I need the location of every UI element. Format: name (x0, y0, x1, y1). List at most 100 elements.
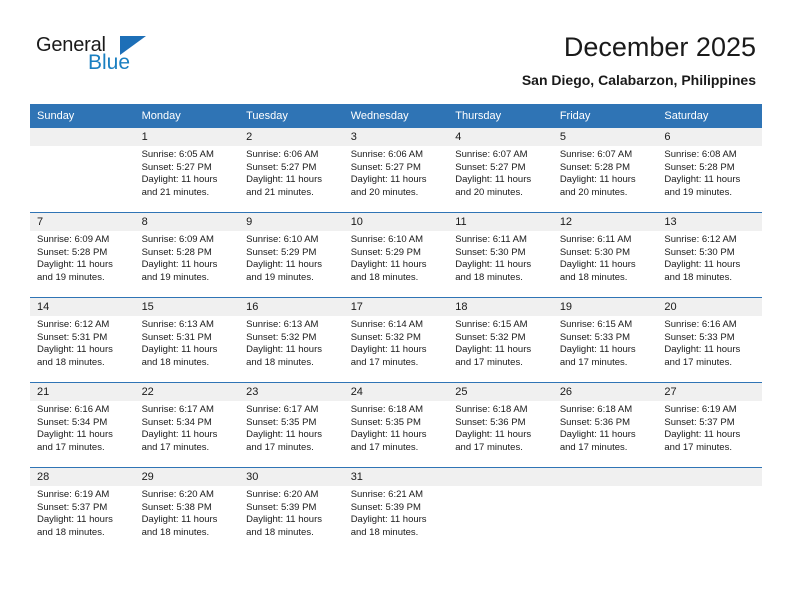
sunrise-text: Sunrise: 6:15 AM (559, 319, 633, 330)
sunset-text: Sunset: 5:39 PM (350, 501, 421, 513)
general-blue-logo[interactable]: General Blue (36, 34, 156, 82)
title-block: December 2025 San Diego, Calabarzon, Phi… (522, 30, 756, 90)
day-sun-info: Sunrise: 6:08 AM Sunset: 5:28 PM Daylight:… (657, 146, 762, 199)
day-cell-1[interactable]: 1 Sunrise: 6:05 AM Sunset: 5:27 PM Daylight… (134, 128, 240, 212)
sunset-text: Sunset: 5:35 PM (350, 416, 421, 428)
day-sun-info: Sunrise: 6:13 AM Sunset: 5:31 PM Daylight:… (135, 316, 240, 369)
day-sun-info: Sunrise: 6:17 AM Sunset: 5:35 PM Daylight:… (239, 401, 344, 454)
day-cell-22[interactable]: 22 Sunrise: 6:17 AM Sunset: 5:34 PM Dayligh… (134, 383, 240, 467)
day-sun-info: Sunrise: 6:05 AM Sunset: 5:27 PM Daylight:… (135, 146, 240, 199)
day-cell-5[interactable]: 5 Sunrise: 6:07 AM Sunset: 5:28 PM Daylight… (552, 128, 658, 212)
sunset-text: Sunset: 5:28 PM (141, 246, 212, 258)
daylight-text-line2: and 17 minutes. (141, 441, 210, 453)
day-sun-info: Sunrise: 6:20 AM Sunset: 5:38 PM Daylight:… (135, 486, 240, 539)
sunset-text: Sunset: 5:28 PM (37, 246, 108, 258)
day-cell-17[interactable]: 17 Sunrise: 6:14 AM Sunset: 5:32 PM Dayligh… (343, 298, 449, 382)
day-cell-8[interactable]: 8 Sunrise: 6:09 AM Sunset: 5:28 PM Daylight… (134, 213, 240, 297)
page-header: General Blue December 2025 San Diego, Ca… (0, 0, 792, 100)
sunrise-text: Sunrise: 6:05 AM (141, 149, 214, 160)
sunrise-text: Sunrise: 6:18 AM (559, 404, 633, 415)
daylight-text-line2: and 20 minutes. (455, 186, 523, 198)
calendar-cell: 12 Sunrise: 6:11 AM Sunset: 5:30 PM Dayligh… (552, 212, 658, 298)
sunrise-text: Sunrise: 6:17 AM (246, 404, 319, 415)
day-cell-31[interactable]: 31 Sunrise: 6:21 AM Sunset: 5:39 PM Dayligh… (343, 468, 449, 552)
day-cell-27[interactable]: 27 Sunrise: 6:19 AM Sunset: 5:37 PM Dayligh… (657, 383, 762, 467)
day-cell-25[interactable]: 25 Sunrise: 6:18 AM Sunset: 5:36 PM Dayligh… (448, 383, 553, 467)
sunrise-text: Sunrise: 6:16 AM (664, 319, 737, 330)
day-cell-14[interactable]: 14 Sunrise: 6:12 AM Sunset: 5:31 PM Dayligh… (30, 298, 135, 382)
sunset-text: Sunset: 5:30 PM (559, 246, 631, 258)
day-sun-info: Sunrise: 6:18 AM Sunset: 5:35 PM Daylight:… (344, 401, 449, 454)
sunset-text: Sunset: 5:35 PM (246, 416, 317, 428)
day-number: 29 (134, 468, 240, 486)
day-cell-20[interactable]: 20 Sunrise: 6:16 AM Sunset: 5:33 PM Dayligh… (657, 298, 762, 382)
day-sun-info: Sunrise: 6:10 AM Sunset: 5:29 PM Daylight:… (344, 231, 449, 284)
day-cell-12[interactable]: 12 Sunrise: 6:11 AM Sunset: 5:30 PM Dayligh… (552, 213, 658, 297)
day-number: 23 (239, 383, 344, 401)
calendar-cell: 30 Sunrise: 6:20 AM Sunset: 5:39 PM Dayligh… (239, 467, 344, 552)
day-cell-11[interactable]: 11 Sunrise: 6:11 AM Sunset: 5:30 PM Dayligh… (448, 213, 553, 297)
calendar-cell: 28 Sunrise: 6:19 AM Sunset: 5:37 PM Dayligh… (30, 467, 135, 552)
day-cell-23[interactable]: 23 Sunrise: 6:17 AM Sunset: 5:35 PM Dayligh… (239, 383, 344, 467)
calendar-cell: 18 Sunrise: 6:15 AM Sunset: 5:32 PM Dayligh… (448, 297, 553, 383)
calendar-cell: 19 Sunrise: 6:15 AM Sunset: 5:33 PM Dayligh… (552, 297, 658, 383)
day-cell-21[interactable]: 21 Sunrise: 6:16 AM Sunset: 5:34 PM Dayligh… (30, 383, 135, 467)
day-cell-19[interactable]: 19 Sunrise: 6:15 AM Sunset: 5:33 PM Dayligh… (552, 298, 658, 382)
day-cell-26[interactable]: 26 Sunrise: 6:18 AM Sunset: 5:36 PM Dayligh… (552, 383, 658, 467)
calendar-cell: 4 Sunrise: 6:07 AM Sunset: 5:27 PM Daylight… (448, 128, 553, 213)
day-cell-4[interactable]: 4 Sunrise: 6:07 AM Sunset: 5:27 PM Daylight… (448, 128, 553, 212)
day-cell-10[interactable]: 10 Sunrise: 6:10 AM Sunset: 5:29 PM Dayligh… (343, 213, 449, 297)
sunrise-text: Sunrise: 6:09 AM (141, 234, 214, 245)
day-sun-info: Sunrise: 6:20 AM Sunset: 5:39 PM Daylight:… (239, 486, 344, 539)
day-cell-18[interactable]: 18 Sunrise: 6:15 AM Sunset: 5:32 PM Dayligh… (448, 298, 553, 382)
day-cell-9[interactable]: 9 Sunrise: 6:10 AM Sunset: 5:29 PM Daylight… (239, 213, 344, 297)
daylight-text-line1: Daylight: 11 hours (559, 429, 636, 441)
sunrise-text: Sunrise: 6:12 AM (664, 234, 737, 245)
daylight-text-line2: and 17 minutes. (664, 356, 732, 368)
day-cell-7[interactable]: 7 Sunrise: 6:09 AM Sunset: 5:28 PM Daylight… (30, 213, 135, 297)
sunset-text: Sunset: 5:33 PM (664, 331, 735, 343)
day-sun-info: Sunrise: 6:16 AM Sunset: 5:34 PM Daylight:… (30, 401, 135, 454)
day-cell-30[interactable]: 30 Sunrise: 6:20 AM Sunset: 5:39 PM Dayligh… (239, 468, 344, 552)
daylight-text-line2: and 18 minutes. (246, 356, 314, 368)
daylight-text-line1: Daylight: 11 hours (559, 344, 636, 356)
day-sun-info: Sunrise: 6:13 AM Sunset: 5:32 PM Daylight:… (239, 316, 344, 369)
daylight-text-line1: Daylight: 11 hours (141, 429, 218, 441)
day-sun-info: Sunrise: 6:17 AM Sunset: 5:34 PM Daylight:… (135, 401, 240, 454)
day-sun-info: Sunrise: 6:14 AM Sunset: 5:32 PM Daylight:… (344, 316, 449, 369)
daylight-text-line1: Daylight: 11 hours (246, 259, 322, 271)
daylight-text-line1: Daylight: 11 hours (559, 174, 636, 186)
sunrise-text: Sunrise: 6:07 AM (559, 149, 633, 160)
calendar-cell: 7 Sunrise: 6:09 AM Sunset: 5:28 PM Daylight… (30, 212, 135, 298)
sunset-text: Sunset: 5:38 PM (141, 501, 212, 513)
daylight-text-line2: and 19 minutes. (37, 271, 105, 283)
sunset-text: Sunset: 5:32 PM (350, 331, 421, 343)
daylight-text-line2: and 21 minutes. (141, 186, 210, 198)
day-number: 12 (552, 213, 658, 231)
day-cell-13[interactable]: 13 Sunrise: 6:12 AM Sunset: 5:30 PM Dayligh… (657, 213, 762, 297)
weekday-header-sunday: Sunday (30, 104, 135, 128)
calendar-cell: 22 Sunrise: 6:17 AM Sunset: 5:34 PM Dayligh… (134, 382, 240, 468)
day-number: 26 (552, 383, 658, 401)
weekday-header-thursday: Thursday (448, 104, 553, 128)
day-cell-3[interactable]: 3 Sunrise: 6:06 AM Sunset: 5:27 PM Daylight… (343, 128, 449, 212)
weekday-header-wednesday: Wednesday (343, 104, 449, 128)
sunset-text: Sunset: 5:30 PM (455, 246, 526, 258)
day-cell-24[interactable]: 24 Sunrise: 6:18 AM Sunset: 5:35 PM Dayligh… (343, 383, 449, 467)
sunrise-text: Sunrise: 6:06 AM (350, 149, 424, 160)
daylight-text-line1: Daylight: 11 hours (37, 514, 113, 526)
day-cell-29[interactable]: 29 Sunrise: 6:20 AM Sunset: 5:38 PM Dayligh… (134, 468, 240, 552)
day-cell-28[interactable]: 28 Sunrise: 6:19 AM Sunset: 5:37 PM Dayligh… (30, 468, 135, 552)
day-cell-15[interactable]: 15 Sunrise: 6:13 AM Sunset: 5:31 PM Dayligh… (134, 298, 240, 382)
day-cell-2[interactable]: 2 Sunrise: 6:06 AM Sunset: 5:27 PM Daylight… (239, 128, 344, 212)
sunrise-text: Sunrise: 6:13 AM (141, 319, 214, 330)
day-sun-info: Sunrise: 6:09 AM Sunset: 5:28 PM Daylight:… (30, 231, 135, 284)
daylight-text-line2: and 17 minutes. (455, 356, 523, 368)
day-cell-6[interactable]: 6 Sunrise: 6:08 AM Sunset: 5:28 PM Daylight… (657, 128, 762, 212)
daylight-text-line2: and 17 minutes. (559, 356, 628, 368)
daylight-text-line1: Daylight: 11 hours (664, 344, 741, 356)
day-sun-info: Sunrise: 6:16 AM Sunset: 5:33 PM Daylight:… (657, 316, 762, 369)
day-cell-16[interactable]: 16 Sunrise: 6:13 AM Sunset: 5:32 PM Dayligh… (239, 298, 344, 382)
sunset-text: Sunset: 5:31 PM (141, 331, 212, 343)
calendar-header-row: Sunday Monday Tuesday Wednesday Thursday Frid… (30, 104, 762, 128)
